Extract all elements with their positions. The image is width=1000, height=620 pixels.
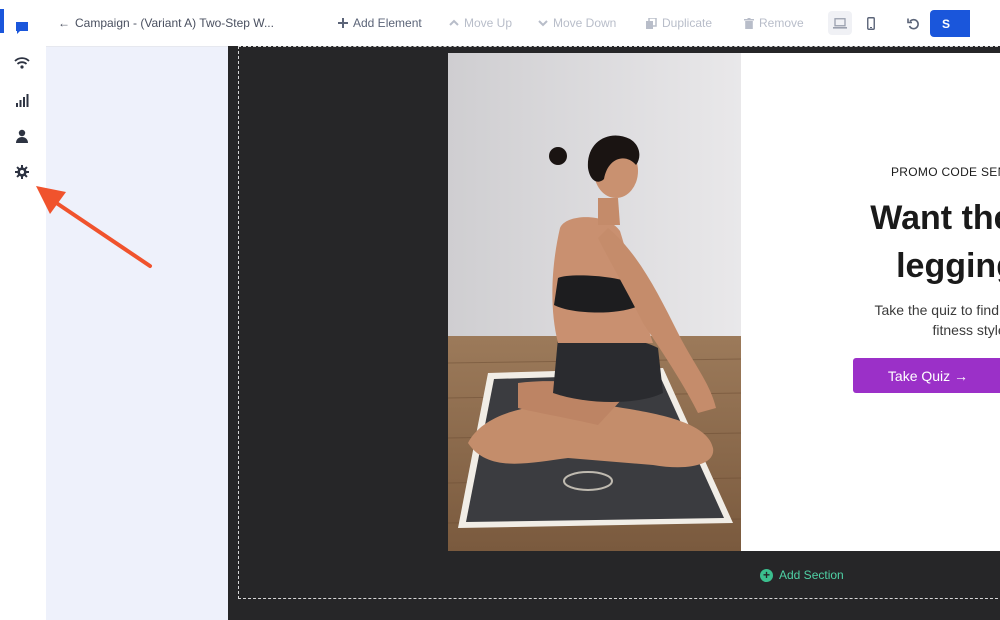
user-icon[interactable] bbox=[12, 126, 32, 146]
bar-chart-icon[interactable] bbox=[12, 90, 32, 110]
remove-label: Remove bbox=[759, 16, 804, 30]
icon-rail bbox=[0, 0, 46, 620]
headline-line-2: leggings bbox=[896, 246, 1000, 285]
trash-icon bbox=[744, 17, 754, 29]
chevron-up-icon bbox=[449, 19, 459, 27]
desktop-view-button[interactable] bbox=[828, 11, 852, 35]
campaign-title: Campaign - (Variant A) Two-Step W... bbox=[75, 16, 274, 30]
chat-icon[interactable] bbox=[12, 18, 32, 38]
yoga-woman-illustration bbox=[448, 53, 741, 551]
promo-headline[interactable]: Want the pe leggings bbox=[801, 195, 1000, 290]
move-down-label: Move Down bbox=[553, 16, 617, 30]
chevron-down-icon bbox=[538, 19, 548, 27]
promo-content: PROMO CODE SEN Want the pe leggings Take… bbox=[741, 53, 1000, 551]
save-button[interactable]: S bbox=[930, 10, 970, 37]
take-quiz-button[interactable]: Take Quiz → bbox=[853, 358, 1000, 393]
side-panel bbox=[46, 46, 228, 620]
duplicate-button[interactable]: Duplicate bbox=[646, 0, 712, 46]
laptop-icon bbox=[833, 17, 847, 29]
mobile-view-button[interactable] bbox=[859, 11, 883, 35]
subtext-line-2: fitness style: bbox=[932, 322, 1000, 339]
back-link[interactable]: ← Campaign - (Variant A) Two-Step W... bbox=[58, 0, 274, 46]
editor-canvas: PROMO CODE SEN Want the pe leggings Take… bbox=[228, 46, 1000, 620]
wifi-icon[interactable] bbox=[12, 53, 32, 73]
top-toolbar: ← Campaign - (Variant A) Two-Step W... A… bbox=[46, 0, 1000, 47]
active-indicator bbox=[0, 9, 4, 33]
gear-icon[interactable] bbox=[12, 162, 32, 182]
subtext-line-1: Take the quiz to find the best le bbox=[874, 302, 1000, 318]
plus-icon bbox=[338, 18, 348, 28]
undo-icon bbox=[906, 17, 920, 30]
promo-subtext[interactable]: Take the quiz to find the best le fitnes… bbox=[801, 300, 1000, 341]
move-up-label: Move Up bbox=[464, 16, 513, 30]
remove-button[interactable]: Remove bbox=[744, 0, 804, 46]
add-section-button[interactable]: + Add Section bbox=[760, 568, 844, 582]
duplicate-label: Duplicate bbox=[662, 16, 713, 30]
hero-image[interactable] bbox=[448, 53, 741, 551]
move-down-button[interactable]: Move Down bbox=[538, 0, 616, 46]
add-section-label: Add Section bbox=[779, 568, 844, 582]
headline-line-1: Want the pe bbox=[870, 199, 1000, 237]
duplicate-icon bbox=[646, 17, 657, 29]
add-element-label: Add Element bbox=[353, 16, 422, 30]
arrow-left-icon: ← bbox=[58, 16, 70, 30]
mobile-icon bbox=[867, 16, 875, 30]
move-up-button[interactable]: Move Up bbox=[449, 0, 512, 46]
undo-button[interactable] bbox=[903, 11, 923, 35]
plus-circle-icon: + bbox=[760, 568, 773, 582]
add-element-button[interactable]: Add Element bbox=[338, 0, 422, 46]
promo-eyebrow[interactable]: PROMO CODE SEN bbox=[891, 165, 1000, 179]
